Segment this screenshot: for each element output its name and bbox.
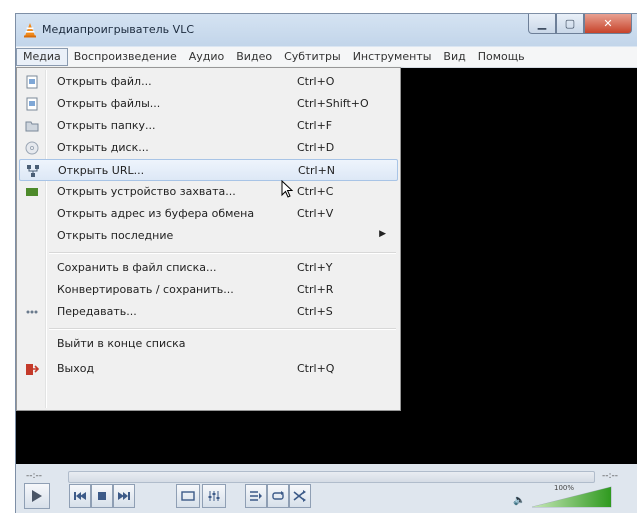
capture-device-icon (26, 188, 38, 196)
stream-icon (26, 310, 38, 314)
network-icon (27, 165, 39, 177)
skip-previous-icon (74, 492, 86, 500)
title-bar[interactable]: Медиапроигрыватель VLC ▁ ▢ ✕ (16, 14, 637, 46)
menu-item-open-clipboard[interactable]: Открыть адрес из буфера обмена Ctrl+V (19, 203, 398, 225)
close-icon: ✕ (603, 17, 613, 30)
elapsed-time: --:-- (26, 471, 43, 481)
loop-icon (272, 491, 284, 500)
menu-item-open-capture-device[interactable]: Открыть устройство захвата... Ctrl+C (19, 181, 398, 203)
media-menu-dropdown: Открыть файл... Ctrl+O Открыть файлы... … (16, 67, 401, 411)
vlc-cone-icon (24, 23, 36, 38)
volume-percent: 100% (554, 484, 575, 492)
previous-button[interactable] (69, 484, 91, 508)
menu-item-label: Сохранить в файл списка... (57, 261, 217, 274)
menu-item-shortcut: Ctrl+D (297, 141, 335, 154)
play-button[interactable] (24, 483, 50, 509)
playback-controls: --:-- --:-- 🔈 100% (16, 464, 637, 513)
playlist-icon (250, 491, 262, 501)
folder-icon (25, 121, 39, 132)
menu-item-label: Открыть адрес из буфера обмена (57, 207, 255, 220)
menu-separator (49, 328, 396, 330)
shuffle-button[interactable] (289, 484, 311, 508)
speaker-icon[interactable]: 🔈 (513, 495, 525, 506)
menu-item-convert-save[interactable]: Конвертировать / сохранить... Ctrl+R (19, 279, 398, 301)
menu-item-label: Открыть файлы... (57, 97, 161, 110)
menu-item-shortcut: Ctrl+Shift+O (297, 97, 369, 110)
menu-item-shortcut: Ctrl+Y (297, 261, 333, 274)
open-files-icon (26, 97, 38, 111)
stop-icon (98, 492, 106, 500)
menu-item-label: Выход (57, 362, 95, 375)
menu-item-label: Открыть последние (57, 229, 174, 242)
stop-button[interactable] (91, 484, 113, 508)
menu-item-shortcut: Ctrl+O (297, 75, 335, 88)
seek-slider[interactable] (68, 471, 595, 483)
close-button[interactable]: ✕ (584, 14, 632, 34)
next-button[interactable] (113, 484, 135, 508)
quit-icon (26, 364, 39, 375)
menu-item-open-file[interactable]: Открыть файл... Ctrl+O (19, 71, 398, 93)
submenu-arrow-icon: ▶ (379, 229, 386, 239)
remaining-time: --:-- (602, 471, 619, 481)
menu-video[interactable]: Видео (230, 48, 278, 66)
maximize-button[interactable]: ▢ (556, 14, 584, 34)
menu-item-label: Открыть диск... (57, 141, 149, 154)
fullscreen-icon (181, 491, 195, 501)
menu-item-label: Открыть URL... (58, 164, 145, 177)
loop-button[interactable] (267, 484, 289, 508)
menu-item-label: Выйти в конце списка (57, 337, 186, 350)
menu-separator (49, 252, 396, 254)
menu-item-shortcut: Ctrl+C (297, 185, 334, 198)
menu-item-label: Конвертировать / сохранить... (57, 283, 234, 296)
menu-item-shortcut: Ctrl+V (297, 207, 334, 220)
menu-bar: Медиа Воспроизведение Аудио Видео Субтит… (16, 47, 637, 68)
menu-item-label: Открыть папку... (57, 119, 156, 132)
mouse-cursor-icon (281, 180, 293, 198)
window-title: Медиапроигрыватель VLC (42, 23, 194, 36)
open-file-icon (26, 75, 38, 89)
menu-item-quit[interactable]: Выход Ctrl+Q (19, 358, 398, 380)
vlc-window: Медиапроигрыватель VLC ▁ ▢ ✕ Медиа Воспр… (15, 13, 637, 513)
menu-item-save-playlist[interactable]: Сохранить в файл списка... Ctrl+Y (19, 257, 398, 279)
playlist-button[interactable] (245, 484, 267, 508)
menu-subtitles[interactable]: Субтитры (278, 48, 347, 66)
menu-playback[interactable]: Воспроизведение (68, 48, 183, 66)
menu-item-open-url[interactable]: Открыть URL... Ctrl+N (19, 159, 398, 181)
menu-item-shortcut: Ctrl+F (297, 119, 333, 132)
menu-item-label: Открыть устройство захвата... (57, 185, 236, 198)
minimize-icon: ▁ (537, 17, 547, 30)
menu-item-open-disc[interactable]: Открыть диск... Ctrl+D (19, 137, 398, 159)
menu-item-shortcut: Ctrl+Q (297, 362, 335, 375)
minimize-button[interactable]: ▁ (528, 14, 556, 34)
menu-item-label: Передавать... (57, 305, 137, 318)
menu-item-open-folder[interactable]: Открыть папку... Ctrl+F (19, 115, 398, 137)
menu-item-open-recent[interactable]: Открыть последние ▶ (19, 225, 398, 247)
menu-item-label: Открыть файл... (57, 75, 152, 88)
menu-item-shortcut: Ctrl+S (297, 305, 333, 318)
menu-item-stream[interactable]: Передавать... Ctrl+S (19, 301, 398, 323)
menu-item-quit-at-end[interactable]: Выйти в конце списка (19, 333, 398, 355)
menu-media[interactable]: Медиа (16, 48, 68, 66)
fullscreen-button[interactable] (176, 484, 200, 508)
disc-icon (25, 141, 39, 155)
extended-settings-button[interactable] (202, 484, 226, 508)
maximize-icon: ▢ (564, 17, 576, 30)
menu-view[interactable]: Вид (437, 48, 471, 66)
play-icon (32, 490, 42, 502)
shuffle-icon (293, 490, 306, 502)
skip-next-icon (118, 492, 130, 500)
menu-item-open-files[interactable]: Открыть файлы... Ctrl+Shift+O (19, 93, 398, 115)
menu-tools[interactable]: Инструменты (347, 48, 438, 66)
menu-item-shortcut: Ctrl+N (298, 164, 336, 177)
menu-help[interactable]: Помощь (472, 48, 531, 66)
menu-item-shortcut: Ctrl+R (297, 283, 334, 296)
menu-audio[interactable]: Аудио (183, 48, 231, 66)
equalizer-icon (208, 491, 220, 501)
